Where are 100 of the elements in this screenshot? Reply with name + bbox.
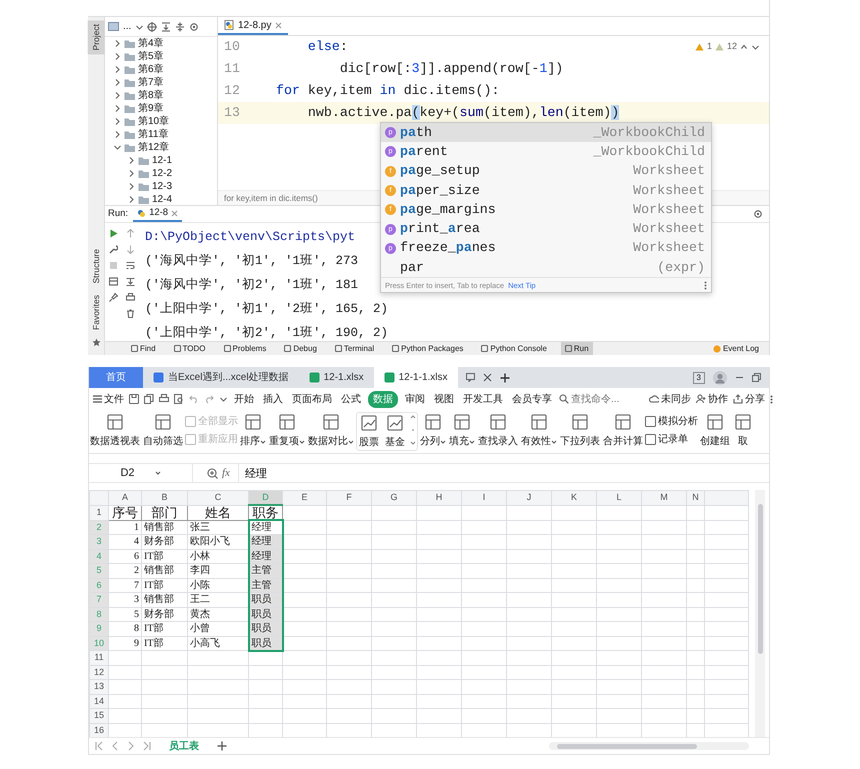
gallery-item[interactable]: 基金 (384, 413, 406, 450)
row-header[interactable]: 12 (90, 665, 108, 680)
toolbar-button[interactable]: 协作 (696, 392, 728, 406)
chevron-icon[interactable] (113, 91, 121, 100)
play-icon[interactable] (109, 229, 118, 238)
ribbon-button[interactable]: 重复项 (268, 412, 306, 449)
horizontal-scrollbar[interactable] (549, 742, 749, 750)
tree-item[interactable]: 12-3 (105, 180, 217, 193)
chevron-icon[interactable] (113, 39, 121, 48)
tool-window-button[interactable]: Python Packages (388, 342, 468, 355)
column-header[interactable]: E (282, 490, 326, 505)
file-menu[interactable]: 文件 (93, 392, 124, 406)
row-header[interactable]: 14 (90, 694, 108, 708)
tree-item[interactable]: 第7章 (105, 76, 217, 89)
zoom-icon[interactable] (207, 468, 218, 478)
menu-tab[interactable]: 开始 (232, 390, 256, 408)
copy-icon[interactable] (144, 394, 154, 404)
wrap-icon[interactable] (126, 261, 135, 270)
row-header[interactable]: 1 (90, 505, 108, 520)
layout-icon[interactable] (109, 277, 118, 286)
column-header[interactable]: A (108, 490, 142, 505)
tree-item[interactable]: 12-4 (105, 193, 217, 205)
column-header[interactable]: M (642, 490, 686, 505)
ribbon-button[interactable]: 创建组 (699, 412, 731, 449)
plus-icon[interactable] (500, 372, 510, 382)
column-header[interactable]: J (506, 490, 552, 505)
ribbon-button[interactable]: 数据对比 (307, 412, 355, 449)
gallery-item[interactable]: 股票 (358, 413, 380, 450)
tree-item[interactable]: 第5章 (105, 50, 217, 63)
restore-icon[interactable] (752, 373, 761, 382)
ribbon-button[interactable]: 有效性 (520, 412, 558, 449)
tool-window-button[interactable]: Debug (280, 342, 321, 355)
settings-icon[interactable] (753, 209, 763, 219)
chevron-icon[interactable] (113, 117, 121, 126)
pin-icon[interactable] (109, 293, 118, 302)
ribbon-button[interactable]: 填充 (448, 412, 476, 449)
row-header[interactable]: 15 (90, 708, 108, 723)
tree-item[interactable]: 第6章 (105, 63, 217, 76)
tool-window-button[interactable]: Terminal (330, 342, 378, 355)
chevron-icon[interactable] (113, 130, 121, 139)
more-icon[interactable] (770, 394, 773, 404)
close-icon[interactable] (171, 210, 178, 216)
vertical-scrollbar[interactable] (755, 490, 765, 737)
close-icon[interactable] (482, 373, 492, 382)
chevron-icon[interactable] (113, 78, 121, 87)
toolbar-button[interactable]: 未同步 (649, 392, 691, 406)
side-tab[interactable]: Favorites (88, 291, 104, 334)
ribbon-button[interactable]: 排序 (239, 412, 267, 449)
tree-item[interactable]: 12-1 (105, 154, 217, 167)
tool-window-button[interactable]: TODO (170, 342, 210, 355)
row-header[interactable]: 11 (90, 650, 108, 665)
completion-item[interactable]: par (expr) (381, 258, 711, 278)
tree-item[interactable]: 12-2 (105, 167, 217, 180)
menu-tab[interactable]: 开发工具 (461, 390, 505, 408)
expand-icon[interactable] (161, 22, 172, 32)
chevron-down-icon[interactable] (751, 42, 759, 51)
chevron-icon[interactable] (127, 169, 135, 178)
column-header[interactable]: G (372, 490, 416, 505)
print-icon[interactable] (159, 394, 169, 404)
save-icon[interactable] (129, 394, 139, 404)
document-tab[interactable]: 12-1.xlsx (298, 367, 374, 388)
tree-item[interactable]: 第8章 (105, 89, 217, 102)
search-field[interactable]: 查找命令... (559, 392, 639, 406)
scroll-arrows-icon[interactable] (410, 413, 416, 447)
run-tab[interactable]: 12-8 (133, 206, 182, 222)
chevron-icon[interactable] (113, 143, 121, 152)
column-header[interactable]: N (686, 490, 704, 505)
chevron-up-icon[interactable] (740, 42, 748, 51)
row-header[interactable]: 13 (90, 680, 108, 694)
problem-count[interactable]: 1 (706, 40, 712, 54)
name-box[interactable]: D2 (89, 464, 193, 482)
scroll-end-icon[interactable] (126, 277, 135, 286)
chevron-icon[interactable] (113, 104, 121, 113)
menu-tab[interactable]: 插入 (261, 390, 285, 408)
column-header[interactable]: B (142, 490, 188, 505)
column-header[interactable]: F (326, 490, 372, 505)
target-icon[interactable] (147, 22, 158, 32)
plus-icon[interactable] (217, 741, 227, 751)
wrench-icon[interactable] (109, 245, 118, 254)
menu-tab[interactable]: 会员专享 (510, 390, 554, 408)
ribbon-button[interactable]: 取 (732, 412, 754, 449)
menu-tab[interactable]: 审阅 (403, 390, 427, 408)
column-header[interactable]: K (552, 490, 596, 505)
ribbon-button[interactable]: 记录单 (645, 432, 698, 447)
tool-window-button[interactable]: Python Console (477, 342, 551, 355)
tree-item[interactable]: 第9章 (105, 102, 217, 115)
ribbon-button[interactable]: 自动筛选 (142, 412, 184, 449)
home-tab[interactable]: 首页 (89, 367, 143, 388)
ribbon-button[interactable]: 数据透视表 (89, 412, 141, 449)
trash-icon[interactable] (126, 309, 135, 318)
chevron-icon[interactable] (113, 65, 121, 74)
tree-item[interactable]: 第12章 (105, 141, 217, 154)
column-header[interactable]: H (416, 490, 462, 505)
tool-window-button[interactable]: Find (127, 342, 160, 355)
preview-icon[interactable] (174, 394, 184, 404)
chevron-icon[interactable] (127, 195, 135, 204)
tree-item[interactable]: 第11章 (105, 128, 217, 141)
tree-item[interactable]: 第10章 (105, 115, 217, 128)
view-selector[interactable]: ... (123, 19, 132, 34)
menu-tab[interactable]: 页面布局 (290, 390, 334, 408)
